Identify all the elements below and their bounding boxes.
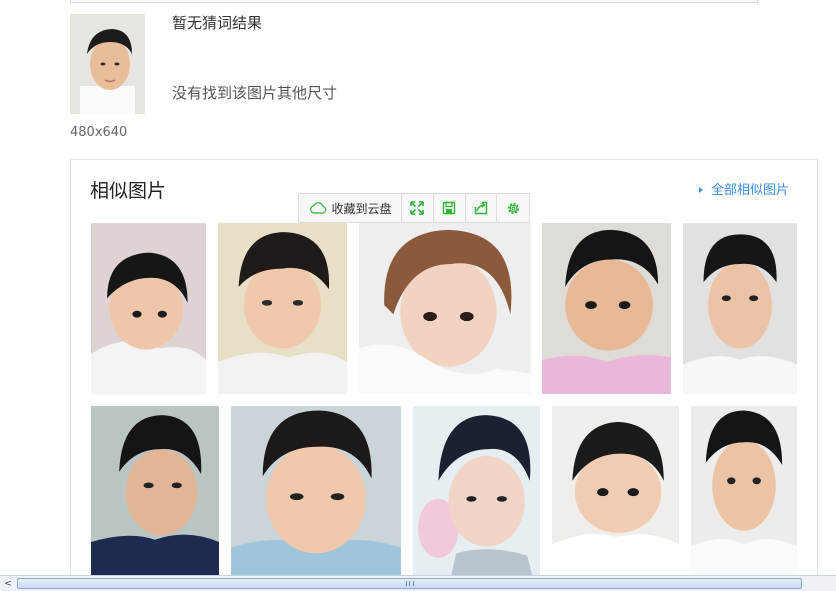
- similar-image-thumbnail[interactable]: [218, 223, 347, 394]
- horizontal-scrollbar[interactable]: <: [0, 575, 836, 591]
- similar-image-thumbnail[interactable]: [359, 223, 531, 394]
- fullscreen-button[interactable]: [402, 194, 434, 222]
- scrollbar-thumb[interactable]: [17, 578, 802, 589]
- query-image[interactable]: [70, 14, 145, 114]
- settings-icon: [507, 202, 519, 214]
- scrollbar-grip-icon: [405, 581, 414, 586]
- share-button[interactable]: [466, 194, 498, 222]
- similar-image-thumbnail[interactable]: [552, 406, 679, 576]
- triangle-right-icon: [698, 186, 703, 193]
- save-to-cloud-button[interactable]: 收藏到云盘: [299, 194, 403, 222]
- all-similar-images-link[interactable]: 全部相似图片: [698, 179, 789, 198]
- save-image-button[interactable]: [434, 194, 466, 222]
- cloud-icon: [309, 202, 326, 214]
- settings-button[interactable]: [497, 194, 529, 222]
- similar-image-thumbnail[interactable]: [683, 223, 797, 394]
- similar-images-title: 相似图片: [90, 180, 167, 202]
- similar-image-thumbnail[interactable]: [91, 406, 219, 576]
- similar-image-thumbnail[interactable]: [91, 223, 206, 394]
- similar-image-thumbnail[interactable]: [413, 406, 540, 576]
- search-results-page: 480x640 暂无猜词结果 没有找到该图片其他尺寸 相似图片 全部相似图片 收…: [0, 0, 836, 591]
- guess-result-text: 暂无猜词结果: [172, 14, 263, 32]
- all-similar-images-label: 全部相似图片: [710, 183, 789, 198]
- similar-image-thumbnail[interactable]: [691, 406, 797, 576]
- scroll-left-arrow[interactable]: <: [0, 576, 16, 591]
- image-size-label: 480x640: [70, 125, 128, 140]
- share-icon: [474, 201, 488, 215]
- top-divider: [70, 0, 758, 3]
- similar-image-thumbnail[interactable]: [542, 223, 671, 394]
- fullscreen-icon: [410, 201, 425, 215]
- no-other-size-text: 没有找到该图片其他尺寸: [172, 84, 338, 102]
- similar-image-thumbnail[interactable]: [231, 406, 401, 576]
- image-hover-toolbar: 收藏到云盘: [298, 193, 530, 223]
- save-to-cloud-label: 收藏到云盘: [331, 201, 392, 216]
- save-icon: [442, 201, 456, 215]
- scroll-left-glyph: <: [4, 578, 12, 589]
